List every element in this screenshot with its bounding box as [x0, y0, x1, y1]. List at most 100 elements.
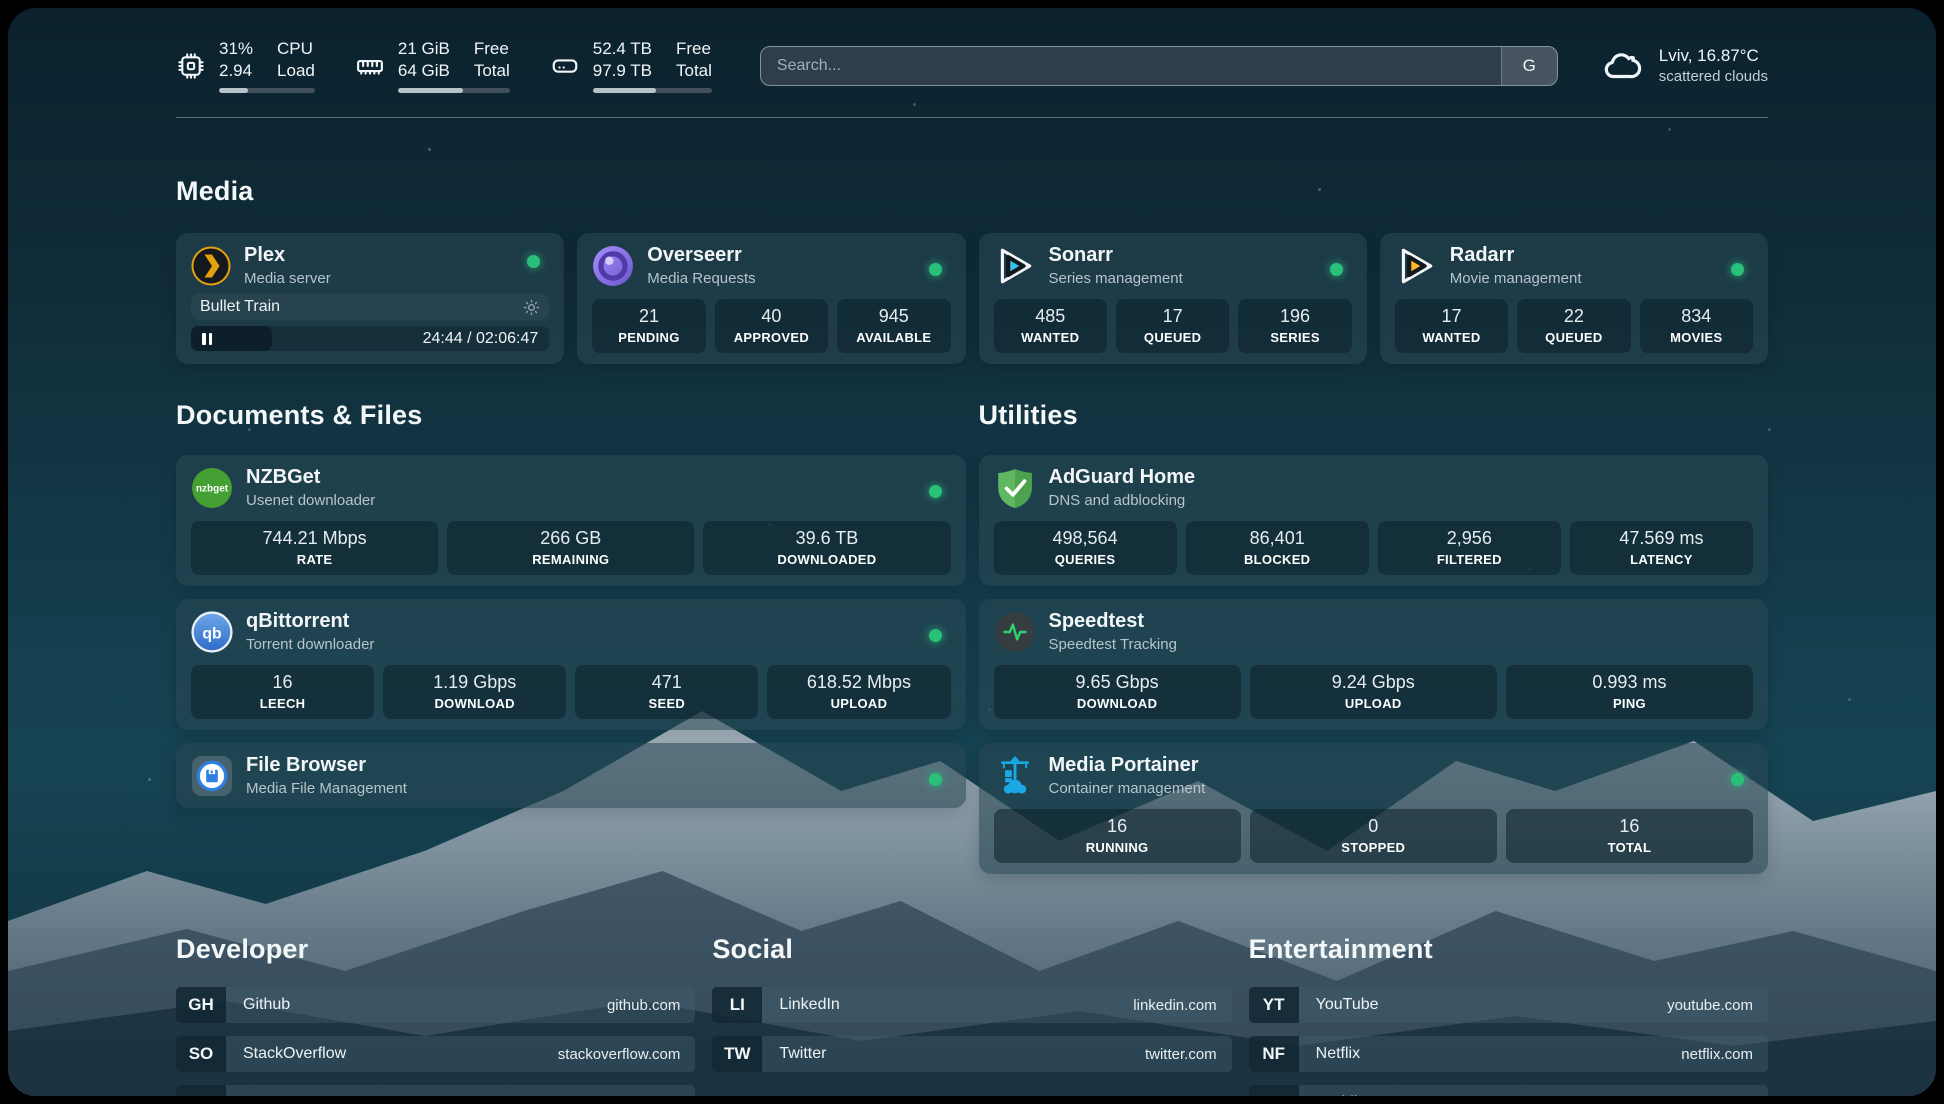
section-title-entertainment: Entertainment	[1249, 934, 1768, 965]
cpu-load-value: 2.94	[219, 60, 253, 82]
app-name: Overseerr	[647, 244, 755, 267]
bookmark-url: twitter.com	[1145, 1036, 1232, 1072]
stat-tile: 17 QUEUED	[1116, 299, 1229, 353]
stat-tile: 471 SEED	[575, 665, 758, 719]
bookmark-name: Netflix	[1299, 1036, 1682, 1072]
app-name: Speedtest	[1049, 610, 1177, 633]
stat-tile: 16 TOTAL	[1506, 809, 1753, 863]
stat-tile: 834 MOVIES	[1640, 299, 1753, 353]
stat-tile: 22 QUEUED	[1517, 299, 1630, 353]
stat-tile: 21 PENDING	[592, 299, 705, 353]
disk-total-value: 97.9 TB	[593, 60, 652, 82]
bookmark-reddit[interactable]: RE Reddit reddit.com	[1249, 1085, 1768, 1096]
radarr-icon	[1395, 245, 1437, 287]
bookmark-abbr: SO	[176, 1036, 226, 1072]
bookmark-name: Reddit	[1299, 1085, 1683, 1096]
search-engine-button[interactable]: G	[1501, 47, 1557, 85]
stat-tile: 47.569 ms LATENCY	[1570, 521, 1753, 575]
status-online-dot	[1330, 263, 1343, 276]
status-online-dot	[929, 773, 942, 786]
bookmark-name: DEV	[226, 1085, 641, 1096]
stat-tile: 945 AVAILABLE	[837, 299, 950, 353]
app-subtitle: Series management	[1049, 270, 1183, 287]
now-playing-title: Bullet Train	[200, 298, 280, 316]
bookmark-group-social: Social LI LinkedIn linkedin.com TW Twitt…	[712, 934, 1231, 1096]
status-online-dot	[929, 263, 942, 276]
app-card-radarr[interactable]: Radarr Movie management 17 WANTED 22 QUE…	[1380, 233, 1768, 364]
dashboard-screen: 31% 2.94 CPU Load	[8, 8, 1936, 1096]
bookmark-linkedin[interactable]: LI LinkedIn linkedin.com	[712, 987, 1231, 1023]
svg-text:qb: qb	[202, 625, 221, 642]
bookmark-abbr: DT	[176, 1085, 226, 1096]
app-card-speedtest[interactable]: Speedtest Speedtest Tracking 9.65 Gbps D…	[979, 599, 1769, 730]
bookmark-abbr: RE	[1249, 1085, 1299, 1096]
stat-tile: 17 WANTED	[1395, 299, 1508, 353]
app-card-portainer[interactable]: Media Portainer Container management 16 …	[979, 743, 1769, 874]
stat-tile: 618.52 Mbps UPLOAD	[767, 665, 950, 719]
cpu-progress-bar	[219, 88, 315, 93]
app-card-overseerr[interactable]: Overseerr Media Requests 21 PENDING 40 A…	[577, 233, 965, 364]
stat-tile: 16 RUNNING	[994, 809, 1241, 863]
stat-tile: 2,956 FILTERED	[1378, 521, 1561, 575]
gear-icon[interactable]	[523, 299, 540, 316]
disk-total-label: Total	[676, 60, 712, 82]
app-subtitle: Media Requests	[647, 270, 755, 287]
playback-time: 24:44 / 02:06:47	[423, 330, 539, 348]
section-title-developer: Developer	[176, 934, 695, 965]
search-input[interactable]	[761, 47, 1501, 85]
bookmark-url: linkedin.com	[1133, 987, 1231, 1023]
app-name: qBittorrent	[246, 610, 374, 633]
app-card-sonarr[interactable]: Sonarr Series management 485 WANTED 17 Q…	[979, 233, 1367, 364]
section-title-documents: Documents & Files	[176, 400, 966, 431]
stat-tile: 9.65 Gbps DOWNLOAD	[994, 665, 1241, 719]
utilities-column: AdGuard Home DNS and adblocking 498,564 …	[979, 455, 1769, 874]
bookmark-name: Twitter	[762, 1036, 1145, 1072]
bookmark-netflix[interactable]: NF Netflix netflix.com	[1249, 1036, 1768, 1072]
app-card-nzbget[interactable]: nzbget NZBGet Usenet downloader 744.21 M…	[176, 455, 966, 586]
disk-free-value: 52.4 TB	[593, 38, 652, 60]
bookmark-abbr: NF	[1249, 1036, 1299, 1072]
stat-tile: 266 GB REMAINING	[447, 521, 694, 575]
stat-tile: 0 STOPPED	[1250, 809, 1497, 863]
app-subtitle: DNS and adblocking	[1049, 492, 1196, 509]
cloud-icon	[1602, 45, 1644, 87]
ram-total-value: 64 GiB	[398, 60, 450, 82]
bookmarks-grid: Developer GH Github github.com SO StackO…	[176, 934, 1768, 1096]
status-online-dot	[929, 629, 942, 642]
plex-icon	[191, 246, 231, 286]
ram-total-label: Total	[474, 60, 510, 82]
section-title-media: Media	[176, 176, 1768, 207]
bookmark-dev[interactable]: DT DEV dev.to	[176, 1085, 695, 1096]
bookmark-url: reddit.com	[1683, 1085, 1768, 1096]
now-playing-row: Bullet Train	[191, 294, 549, 320]
bookmark-github[interactable]: GH Github github.com	[176, 987, 695, 1023]
disk-stat: 52.4 TB 97.9 TB Free Total	[550, 38, 712, 93]
stat-tile: 485 WANTED	[994, 299, 1107, 353]
bookmark-name: Github	[226, 987, 607, 1023]
bookmark-stackoverflow[interactable]: SO StackOverflow stackoverflow.com	[176, 1036, 695, 1072]
disk-icon	[550, 51, 580, 81]
app-name: Sonarr	[1049, 244, 1183, 267]
app-subtitle: Movie management	[1450, 270, 1582, 287]
bookmark-youtube[interactable]: YT YouTube youtube.com	[1249, 987, 1768, 1023]
app-name: File Browser	[246, 754, 407, 777]
stat-tile: 1.19 Gbps DOWNLOAD	[383, 665, 566, 719]
app-subtitle: Media server	[244, 270, 331, 287]
app-card-qbittorrent[interactable]: qb qBittorrent Torrent downloader 16 LEE…	[176, 599, 966, 730]
overseerr-icon	[592, 245, 634, 287]
playback-progress-bar[interactable]: 24:44 / 02:06:47	[191, 326, 549, 351]
playback-elapsed	[191, 326, 272, 351]
app-card-adguard[interactable]: AdGuard Home DNS and adblocking 498,564 …	[979, 455, 1769, 586]
bookmark-url: stackoverflow.com	[558, 1036, 696, 1072]
filebrowser-icon	[191, 755, 233, 797]
app-card-plex[interactable]: Plex Media server Bullet Train	[176, 233, 564, 364]
bookmark-twitter[interactable]: TW Twitter twitter.com	[712, 1036, 1231, 1072]
disk-progress-bar	[593, 88, 712, 93]
cpu-usage-label: CPU	[277, 38, 315, 60]
bookmark-url: youtube.com	[1667, 987, 1768, 1023]
app-subtitle: Speedtest Tracking	[1049, 636, 1177, 653]
app-card-filebrowser[interactable]: File Browser Media File Management	[176, 743, 966, 808]
stat-tile: 39.6 TB DOWNLOADED	[703, 521, 950, 575]
ram-progress-bar	[398, 88, 510, 93]
bookmark-name: StackOverflow	[226, 1036, 558, 1072]
